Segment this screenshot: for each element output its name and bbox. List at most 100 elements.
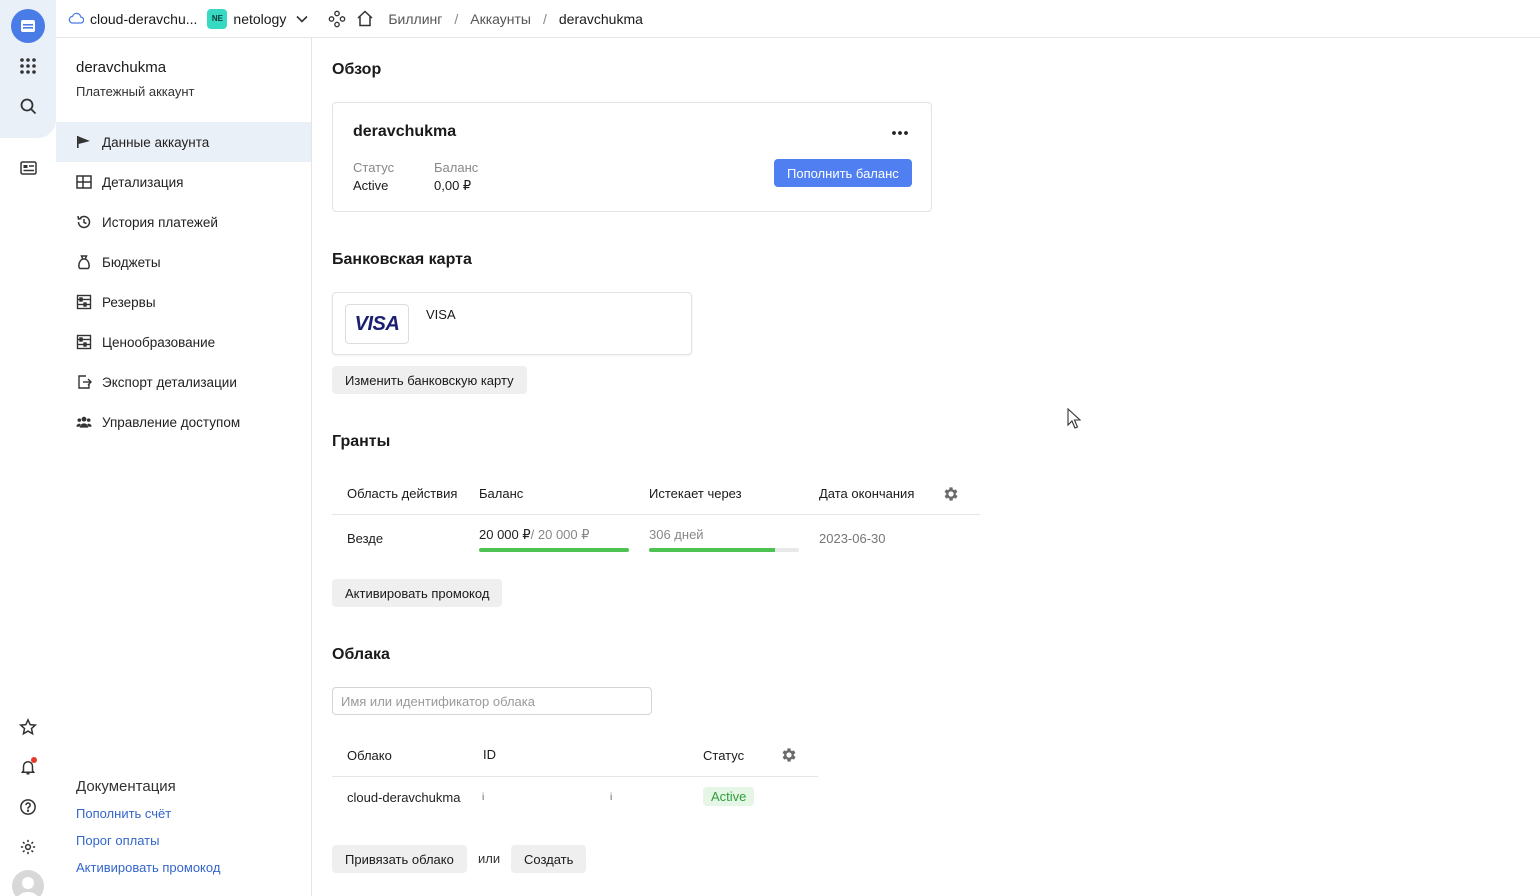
cloud-row-name[interactable]: cloud-deravchukma: [347, 790, 460, 805]
or-text: или: [478, 851, 501, 866]
cloud-row-id: i: [482, 792, 485, 803]
sidebar-item-payment-history[interactable]: История платежей: [56, 202, 311, 242]
cloud-name: cloud-deravchu...: [90, 10, 198, 27]
home-icon[interactable]: [356, 10, 374, 27]
cloud-search-input[interactable]: [332, 687, 652, 715]
sidebar-item-label: Резервы: [102, 294, 156, 310]
grants-title: Гранты: [332, 433, 391, 450]
gear-icon[interactable]: [942, 485, 960, 506]
grants-col-end-date: Дата окончания: [819, 486, 915, 501]
status-value: Active: [353, 178, 389, 193]
docs-title: Документация: [76, 778, 176, 795]
search-icon[interactable]: [12, 90, 44, 122]
grant-balance: 20 000 ₽/ 20 000 ₽: [479, 527, 590, 543]
bind-cloud-button[interactable]: Привязать облако: [332, 845, 467, 873]
more-options-icon[interactable]: [891, 123, 909, 146]
bag-icon: [76, 254, 92, 270]
mouse-cursor-icon: [1067, 407, 1082, 433]
settings-icon[interactable]: [12, 831, 44, 863]
bank-card-panel: VISA VISA: [332, 292, 692, 355]
grant-expires: 306 дней: [649, 527, 704, 542]
grant-scope: Везде: [347, 531, 384, 546]
balance-field: Баланс 0,00 ₽: [434, 160, 478, 194]
clouds-col-id: ID: [483, 747, 496, 762]
card-id-icon[interactable]: [12, 152, 44, 184]
sidebar-item-label: Управление доступом: [102, 414, 241, 430]
overview-title: Обзор: [332, 61, 382, 78]
sidebar-item-reserves[interactable]: Резервы: [56, 282, 311, 322]
grant-balance-total: / 20 000 ₽: [530, 527, 590, 542]
billing-service-icon[interactable]: [11, 9, 45, 43]
chevron-down-icon[interactable]: [296, 15, 308, 23]
sidebar-item-account-data[interactable]: Данные аккаунта: [56, 122, 311, 162]
sidebar-item-label: Ценообразование: [102, 334, 216, 350]
sidebar-item-pricing[interactable]: Ценообразование: [56, 322, 311, 362]
gear-icon[interactable]: [780, 746, 798, 767]
grant-balance-bar-fill: [479, 548, 629, 552]
docs-section: Документация Пополнить счёт Порог оплаты…: [76, 778, 220, 887]
people-icon: [76, 414, 92, 430]
clouds-header-divider: [332, 776, 818, 777]
sidebar-account-name: deravchukma: [76, 59, 167, 76]
org-name[interactable]: netology: [233, 11, 286, 27]
card-label: VISA: [426, 307, 456, 322]
grant-expires-bar-fill: [649, 548, 775, 552]
breadcrumb-separator: /: [542, 10, 547, 27]
bank-card-title: Банковская карта: [332, 251, 472, 268]
breadcrumb-separator: /: [454, 10, 459, 27]
cloud-icon: [68, 11, 85, 27]
breadcrumb-billing[interactable]: Биллинг: [388, 11, 442, 27]
overview-card: deravchukma Статус Active Баланс 0,00 ₽ …: [332, 102, 932, 212]
grant-balance-bar: [479, 548, 629, 552]
grants-col-expires: Истекает через: [649, 486, 742, 501]
help-icon[interactable]: [12, 791, 44, 823]
breadcrumb-accounts[interactable]: Аккаунты: [470, 11, 531, 27]
clouds-title: Облака: [332, 646, 390, 663]
sidebar-item-label: Детализация: [102, 174, 184, 190]
sidebar-item-label: Экспорт детализации: [102, 374, 237, 390]
history-icon: [76, 214, 92, 230]
sidebar-item-label: История платежей: [102, 214, 218, 230]
balance-label: Баланс: [434, 160, 479, 175]
sidebar-item-label: Бюджеты: [102, 254, 161, 270]
sidebar-item-access[interactable]: Управление доступом: [56, 402, 311, 442]
create-cloud-button[interactable]: Создать: [511, 845, 587, 873]
table-icon: [76, 174, 92, 190]
sidebar-nav: Данные аккаунта Детализация История плат…: [56, 122, 311, 442]
balance-value: 0,00 ₽: [434, 178, 472, 193]
sidebar-item-details[interactable]: Детализация: [56, 162, 311, 202]
change-card-button[interactable]: Изменить банковскую карту: [332, 366, 527, 394]
overview-account-name: deravchukma: [353, 123, 457, 140]
grants-col-balance: Баланс: [479, 486, 524, 501]
sidebar-account-type: Платежный аккаунт: [76, 84, 195, 99]
grant-expires-bar: [649, 548, 799, 552]
bell-icon[interactable]: [12, 751, 44, 783]
status-label: Статус: [353, 160, 395, 175]
services-icon[interactable]: [328, 10, 346, 28]
sidebar-item-export[interactable]: Экспорт детализации: [56, 362, 311, 402]
avatar[interactable]: [12, 870, 44, 896]
star-icon[interactable]: [12, 711, 44, 743]
sidebar-item-label: Данные аккаунта: [102, 134, 210, 150]
sidebar-item-budgets[interactable]: Бюджеты: [56, 242, 311, 282]
apps-grid-icon[interactable]: [12, 50, 44, 82]
org-badge: NE: [207, 8, 228, 29]
status-field: Статус Active: [353, 160, 394, 193]
sidebar: deravchukma Платежный аккаунт Данные акк…: [56, 38, 312, 896]
cloud-selector[interactable]: cloud-deravchu...: [68, 11, 197, 27]
left-rail: [0, 0, 56, 896]
abacus-icon: [76, 334, 92, 350]
abacus-icon: [76, 294, 92, 310]
breadcrumb: Биллинг / Аккаунты / deravchukma: [388, 11, 643, 27]
main-content: Обзор deravchukma Статус Active Баланс 0…: [312, 38, 1540, 896]
export-icon: [76, 374, 92, 390]
copy-id-icon[interactable]: i: [610, 792, 612, 803]
docs-link-topup[interactable]: Пополнить счёт: [76, 806, 220, 821]
grant-end-date: 2023-06-30: [819, 531, 886, 546]
docs-link-threshold[interactable]: Порог оплаты: [76, 833, 220, 848]
grant-balance-current: 20 000 ₽: [479, 527, 531, 542]
topup-balance-button[interactable]: Пополнить баланс: [774, 159, 912, 187]
clouds-col-cloud: Облако: [347, 748, 392, 763]
docs-link-promocode[interactable]: Активировать промокод: [76, 860, 220, 875]
activate-promocode-button[interactable]: Активировать промокод: [332, 579, 503, 607]
